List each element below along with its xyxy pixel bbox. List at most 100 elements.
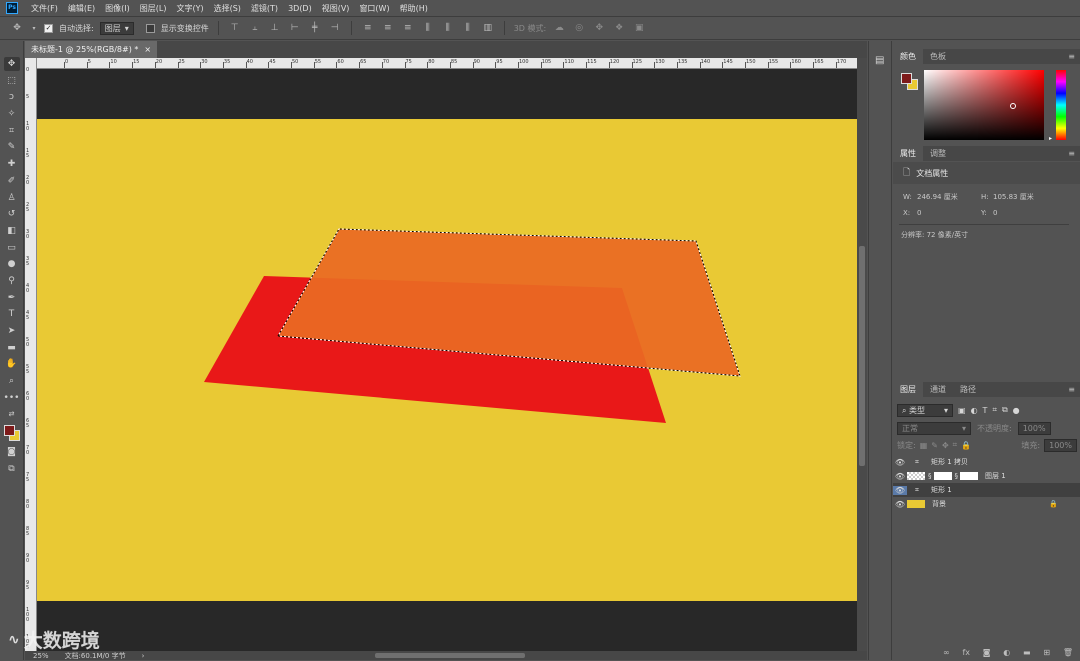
menu-filter[interactable]: 滤镜(T) — [246, 3, 283, 14]
lock-position-icon[interactable]: ✥ — [942, 441, 949, 450]
layer-row[interactable]: 👁 § § 图层 1 — [893, 469, 1080, 483]
3d-slide-icon[interactable]: ❖ — [612, 21, 626, 35]
move-tool-icon[interactable]: ✥ — [10, 21, 24, 35]
layer-row[interactable]: 👁 背景 🔒 — [893, 497, 1080, 511]
blur-tool-icon[interactable]: ● — [4, 257, 20, 271]
y-value[interactable]: 0 — [993, 209, 997, 217]
fill-field[interactable]: 100% — [1044, 438, 1077, 452]
crop-tool-icon[interactable]: ⌗ — [4, 124, 20, 138]
close-icon[interactable]: × — [144, 45, 151, 54]
h-value[interactable]: 105.83 厘米 — [993, 192, 1034, 202]
swap-colors-icon[interactable]: ⇄ — [4, 407, 20, 421]
layer-row[interactable]: 👁 ⌗ 矩形 1 — [893, 483, 1080, 497]
horizontal-scrollbar-thumb[interactable] — [375, 653, 525, 658]
trash-icon[interactable]: 🗑 — [1063, 648, 1073, 657]
hand-tool-icon[interactable]: ✋ — [4, 357, 20, 371]
color-picker-cursor[interactable] — [1010, 103, 1016, 109]
layer-row[interactable]: 👁 ⌗ 矩形 1 拷贝 — [893, 455, 1080, 469]
color-field[interactable] — [924, 70, 1044, 140]
more-tools-icon[interactable]: ••• — [4, 391, 20, 405]
lock-transparent-icon[interactable]: ▦ — [920, 441, 928, 450]
layer-name[interactable]: 背景 — [932, 499, 946, 509]
layer-style-icon[interactable]: fx — [962, 648, 970, 657]
menu-help[interactable]: 帮助(H) — [395, 3, 433, 14]
distribute-top-icon[interactable]: ≡ — [361, 21, 375, 35]
pen-tool-icon[interactable]: ✒ — [4, 291, 20, 305]
panel-menu-icon[interactable]: ≡ — [1068, 149, 1075, 158]
document-tab[interactable]: 未标题-1 @ 25%(RGB/8#) * × — [25, 41, 158, 58]
adjustment-layer-icon[interactable]: ◐ — [1003, 648, 1010, 657]
distribute-hcenter-icon[interactable]: ⫼ — [441, 21, 455, 35]
distribute-bottom-icon[interactable]: ≡ — [401, 21, 415, 35]
eyedropper-tool-icon[interactable]: ✎ — [4, 140, 20, 154]
eye-icon[interactable]: 👁 — [893, 472, 907, 481]
vertical-scrollbar[interactable] — [857, 58, 867, 652]
align-bottom-icon[interactable]: ⊥ — [268, 21, 282, 35]
eye-icon[interactable]: 👁 — [893, 485, 907, 495]
show-transform-checkbox[interactable] — [145, 23, 155, 33]
3d-pan-icon[interactable]: ✥ — [592, 21, 606, 35]
lasso-tool-icon[interactable]: ↄ — [4, 90, 20, 104]
opacity-field[interactable]: 100% — [1017, 421, 1051, 435]
tab-layers[interactable]: 图层 — [893, 382, 923, 397]
zoom-tool-icon[interactable]: ⌕ — [4, 374, 20, 388]
menu-type[interactable]: 文字(Y) — [171, 3, 208, 14]
auto-select-dropdown[interactable]: 图层 ▾ — [99, 21, 134, 35]
healing-brush-tool-icon[interactable]: ✚ — [4, 157, 20, 171]
lock-all-icon[interactable]: 🔒 — [961, 441, 971, 450]
rectangle-tool-icon[interactable]: ▬ — [4, 341, 20, 355]
menu-window[interactable]: 窗口(W) — [354, 3, 394, 14]
menu-file[interactable]: 文件(F) — [26, 3, 63, 14]
dodge-tool-icon[interactable]: ⚲ — [4, 274, 20, 288]
link-layers-icon[interactable]: ∞ — [943, 648, 950, 657]
history-brush-tool-icon[interactable]: ↺ — [4, 207, 20, 221]
align-top-icon[interactable]: ⊤ — [228, 21, 242, 35]
foreground-color-swatch[interactable] — [901, 73, 912, 84]
type-tool-icon[interactable]: T — [4, 307, 20, 321]
lock-pixels-icon[interactable]: ✎ — [931, 441, 938, 450]
lock-artboard-icon[interactable]: ⌗ — [953, 440, 958, 450]
layer-name[interactable]: 矩形 1 拷贝 — [931, 457, 968, 467]
menu-layer[interactable]: 图层(L) — [135, 3, 172, 14]
3d-roll-icon[interactable]: ◎ — [572, 21, 586, 35]
blend-mode-dropdown[interactable]: 正常 ▾ — [897, 421, 971, 435]
menu-image[interactable]: 图像(I) — [100, 3, 135, 14]
history-panel-icon[interactable]: ▤ — [875, 55, 884, 66]
screen-mode-icon[interactable]: ⧉ — [4, 462, 20, 476]
eye-icon[interactable]: 👁 — [893, 458, 907, 467]
filter-pixel-icon[interactable]: ▣ — [958, 406, 966, 415]
hue-slider[interactable] — [1056, 70, 1066, 140]
brush-tool-icon[interactable]: ✐ — [4, 174, 20, 188]
filter-shape-icon[interactable]: ⌗ — [992, 405, 997, 415]
gradient-tool-icon[interactable]: ▭ — [4, 241, 20, 255]
new-layer-icon[interactable]: ⊞ — [1043, 648, 1050, 657]
layer-name[interactable]: 矩形 1 — [931, 485, 952, 495]
status-arrow-icon[interactable]: › — [142, 652, 145, 660]
eraser-tool-icon[interactable]: ◧ — [4, 224, 20, 238]
magic-wand-tool-icon[interactable]: ✧ — [4, 107, 20, 121]
align-vcenter-icon[interactable]: ⫠ — [248, 21, 262, 35]
menu-3d[interactable]: 3D(D) — [283, 4, 317, 13]
align-right-icon[interactable]: ⊣ — [328, 21, 342, 35]
filter-adjustment-icon[interactable]: ◐ — [971, 406, 978, 415]
tool-preset-dropdown-icon[interactable]: ▾ — [30, 21, 38, 35]
foreground-color-swatch[interactable] — [3, 425, 15, 437]
new-group-icon[interactable]: ▬ — [1023, 648, 1031, 657]
tab-adjustments[interactable]: 调整 — [923, 146, 953, 161]
3d-orbit-icon[interactable]: ☁ — [552, 21, 566, 35]
quick-mask-icon[interactable]: ◙ — [4, 445, 20, 459]
move-tool-icon[interactable]: ✥ — [3, 57, 20, 71]
panel-menu-icon[interactable]: ≡ — [1068, 52, 1075, 61]
hue-slider-handle-icon[interactable]: ▸ — [1049, 135, 1052, 142]
auto-align-icon[interactable]: ▥ — [481, 21, 495, 35]
eye-icon[interactable]: 👁 — [893, 500, 907, 509]
filter-toggle-icon[interactable]: ● — [1013, 406, 1020, 415]
filter-type-icon[interactable]: T — [983, 406, 988, 415]
align-left-icon[interactable]: ⊢ — [288, 21, 302, 35]
fg-bg-color-swatches[interactable] — [899, 71, 921, 93]
menu-edit[interactable]: 编辑(E) — [63, 3, 100, 14]
path-selection-tool-icon[interactable]: ➤ — [4, 324, 20, 338]
tab-properties[interactable]: 属性 — [893, 146, 923, 161]
layer-filter-dropdown[interactable]: ⌕ 类型 ▾ — [897, 403, 953, 417]
tab-swatches[interactable]: 色板 — [923, 49, 953, 64]
